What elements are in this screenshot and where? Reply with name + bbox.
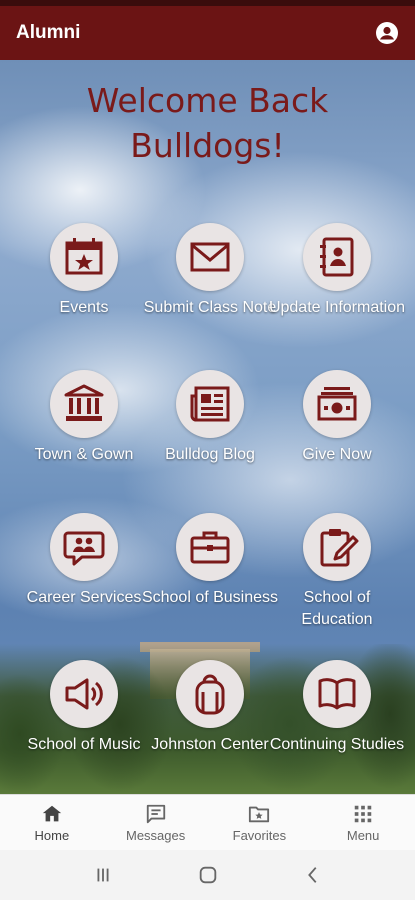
- bottom-navigation: Home Messages Favorites Menu: [0, 794, 415, 850]
- system-home-icon[interactable]: [197, 864, 219, 886]
- nav-home[interactable]: Home: [0, 795, 104, 850]
- tile-circle: [303, 513, 371, 581]
- bank-building-icon: [64, 384, 104, 421]
- nav-favorites[interactable]: Favorites: [208, 795, 312, 850]
- back-icon[interactable]: [302, 864, 324, 886]
- system-navigation-bar: [0, 850, 415, 900]
- tile-circle: [303, 223, 371, 291]
- tile-label: Johnston Center: [151, 736, 269, 753]
- tile-label: Update Information: [268, 299, 406, 316]
- tile-label: Events: [59, 299, 109, 316]
- favorites-folder-icon: [249, 806, 270, 822]
- backpack-icon: [195, 674, 225, 715]
- speaker-icon: [65, 678, 103, 710]
- calendar-star-icon: [65, 238, 103, 275]
- tile-circle: [50, 370, 118, 438]
- recents-icon[interactable]: [92, 864, 114, 886]
- nav-label: Menu: [346, 827, 380, 843]
- open-book-icon: [318, 678, 356, 710]
- chat-people-icon: [63, 531, 105, 566]
- tile-circle: [176, 660, 244, 728]
- briefcase-icon: [190, 531, 230, 564]
- tile-circle: [50, 660, 118, 728]
- money-bill-icon: [317, 387, 357, 421]
- welcome-heading: Welcome Back Bulldogs!: [0, 78, 415, 168]
- newspaper-icon: [190, 386, 230, 422]
- tile-school-of-business[interactable]: School of Business: [141, 513, 279, 609]
- clipboard-pencil-icon: [320, 529, 359, 567]
- app-title: Alumni: [16, 22, 81, 43]
- nav-label: Home: [34, 827, 70, 843]
- tile-label: School of Business: [141, 589, 279, 606]
- tile-events[interactable]: Events: [15, 223, 153, 319]
- tile-label: Give Now: [302, 446, 372, 463]
- tile-town-and-gown[interactable]: Town & Gown: [15, 370, 153, 466]
- tile-career-services[interactable]: Career Services: [15, 513, 153, 609]
- tile-label: Career Services: [26, 589, 142, 606]
- welcome-line-2: Bulldogs!: [130, 126, 285, 165]
- tile-update-information[interactable]: Update Information: [268, 223, 406, 319]
- tile-label: Submit Class Note: [143, 299, 277, 316]
- nav-label: Messages: [126, 827, 186, 843]
- tile-circle: [176, 223, 244, 291]
- tile-school-of-education[interactable]: School of Education: [268, 513, 406, 631]
- tile-circle: [176, 370, 244, 438]
- tile-label: Town & Gown: [34, 446, 134, 463]
- tile-circle: [50, 223, 118, 291]
- envelope-icon: [190, 242, 230, 272]
- tile-give-now[interactable]: Give Now: [268, 370, 406, 466]
- tile-submit-class-note[interactable]: Submit Class Note: [141, 223, 279, 319]
- tile-circle: [303, 660, 371, 728]
- welcome-line-1: Welcome Back: [86, 81, 329, 120]
- tile-bulldog-blog[interactable]: Bulldog Blog: [141, 370, 279, 466]
- grid-menu-icon: [354, 805, 372, 822]
- tile-label: School of Music: [27, 736, 141, 753]
- tile-school-of-music[interactable]: School of Music: [15, 660, 153, 756]
- nav-menu[interactable]: Menu: [311, 795, 415, 850]
- tile-circle: [50, 513, 118, 581]
- tile-continuing-studies[interactable]: Continuing Studies: [268, 660, 406, 756]
- nav-messages[interactable]: Messages: [104, 795, 208, 850]
- tile-johnston-center[interactable]: Johnston Center: [141, 660, 279, 756]
- app-bar: Alumni: [0, 6, 415, 60]
- nav-label: Favorites: [232, 827, 287, 843]
- tile-label: Bulldog Blog: [165, 446, 255, 463]
- tile-label: Continuing Studies: [269, 736, 405, 753]
- messages-icon: [146, 804, 165, 823]
- account-circle-icon[interactable]: [375, 21, 399, 45]
- tile-circle: [176, 513, 244, 581]
- home-icon: [42, 805, 62, 821]
- address-book-icon: [320, 237, 354, 277]
- tile-label: School of Education: [301, 589, 373, 628]
- tile-circle: [303, 370, 371, 438]
